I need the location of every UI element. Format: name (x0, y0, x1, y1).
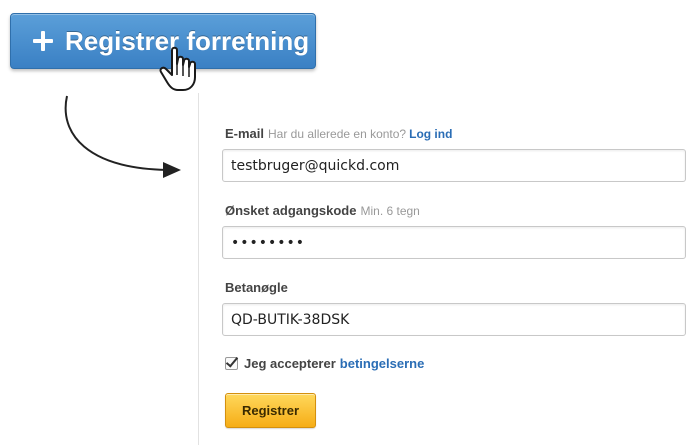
beta-key-field[interactable] (222, 303, 686, 336)
submit-button[interactable]: Registrer (225, 393, 316, 428)
email-label-row: E-mail Har du allerede en konto? Log ind (225, 126, 452, 141)
email-hint: Har du allerede en konto? (268, 127, 407, 141)
email-label: E-mail (225, 126, 265, 141)
terms-label: Jeg accepterer (244, 356, 336, 371)
beta-key-label-row: Betanøgle (225, 280, 288, 295)
email-field[interactable] (222, 149, 686, 182)
password-hint: Min. 6 tegn (360, 204, 420, 218)
login-link[interactable]: Log ind (409, 127, 452, 141)
beta-key-label: Betanøgle (225, 280, 288, 295)
plus-icon (33, 31, 53, 51)
curved-arrow-icon (64, 95, 181, 178)
hand-cursor-icon (159, 46, 196, 91)
terms-row: Jeg accepterer betingelserne (225, 356, 424, 371)
checkbox-icon[interactable] (225, 357, 238, 370)
password-field[interactable] (222, 226, 686, 259)
password-label: Ønsket adgangskode (225, 203, 357, 218)
password-label-row: Ønsket adgangskode Min. 6 tegn (225, 203, 420, 218)
terms-link[interactable]: betingelserne (340, 356, 425, 371)
